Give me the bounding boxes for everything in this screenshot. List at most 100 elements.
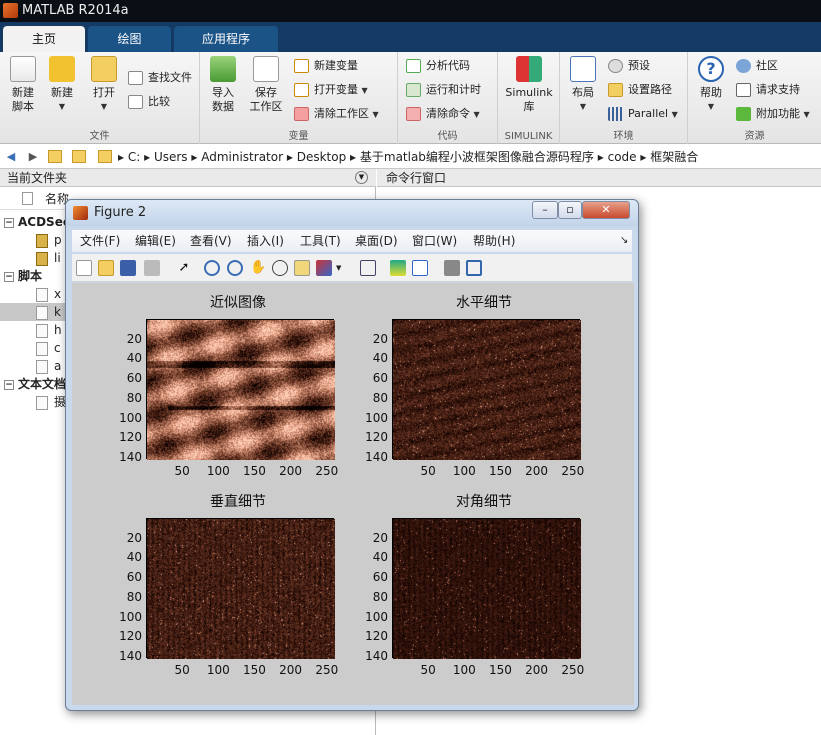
diagonal-detail-image[interactable] [392,518,581,659]
menu-desktop[interactable]: 桌面(D) [355,230,398,252]
menu-dock-arrow-icon[interactable]: ↘ [620,230,628,252]
request-support-button[interactable]: 请求支持 [736,80,800,100]
new-button[interactable]: 新建 ▼ [44,56,80,114]
breadcrumb-item[interactable]: code [608,150,637,164]
collapse-icon[interactable]: − [4,379,14,390]
zoom-in-icon[interactable] [204,260,220,276]
figure-window[interactable]: Figure 2 – ▫ ✕ 文件(F) 编辑(E) 查看(V) 插入(I) 工… [65,199,639,711]
help-button[interactable]: ? 帮助 ▼ [694,56,728,114]
list-item[interactable]: c [36,339,61,357]
list-item[interactable]: p [36,231,62,249]
ribbon: 新建 脚本 新建 ▼ 打开 ▼ 查找文件 比较 文件 导入 数据 保存 工作区 … [0,52,821,144]
breadcrumb-item[interactable]: C: [128,150,140,164]
simulink-library-button[interactable]: Simulink 库 [502,56,556,114]
folder-group-acdsee[interactable]: − ACDSee [0,213,71,231]
y-tick-label: 60 [372,570,388,585]
root-folder-icon [98,150,112,163]
close-button[interactable]: ✕ [582,201,630,219]
list-item[interactable]: a [36,357,61,375]
open-variable-button[interactable]: 打开变量 ▼ [294,80,368,100]
approximation-image[interactable] [146,319,335,460]
add-ons-button[interactable]: 附加功能 ▼ [736,104,810,124]
clear-workspace-button[interactable]: 清除工作区 ▼ [294,104,379,124]
find-files-button[interactable]: 查找文件 [128,68,192,88]
brush-icon[interactable] [316,260,332,276]
layout-button[interactable]: 布局 ▼ [566,56,600,114]
list-item[interactable]: x [36,285,61,303]
menu-insert[interactable]: 插入(I) [247,230,284,252]
preferences-button[interactable]: 预设 [608,56,650,76]
forward-arrow-icon[interactable]: ▶ [26,150,40,163]
figure-titlebar[interactable]: Figure 2 – ▫ ✕ [66,200,638,226]
list-item[interactable]: li [36,249,61,267]
open-file-icon[interactable] [98,260,114,276]
gear-icon [608,59,623,73]
run-time-icon [406,83,421,97]
pan-hand-icon[interactable]: ✋ [250,260,266,276]
breadcrumb-item[interactable]: Users [154,150,188,164]
browse-folder-icon[interactable] [72,150,86,163]
menu-file[interactable]: 文件(F) [80,230,120,252]
minimize-button[interactable]: – [532,201,558,219]
breadcrumb-item[interactable]: Administrator [201,150,283,164]
y-tick-label: 100 [365,410,388,425]
pointer-icon[interactable]: ➚ [176,260,192,276]
save-workspace-button[interactable]: 保存 工作区 [246,56,286,114]
compare-button[interactable]: 比较 [128,92,170,112]
legend-icon[interactable] [412,260,428,276]
text-file-icon [36,395,48,410]
open-button[interactable]: 打开 ▼ [86,56,122,114]
command-window-header: 命令行窗口 [377,169,821,187]
breadcrumb-separator: ▸ [350,150,360,164]
community-button[interactable]: 社区 [736,56,778,76]
folder-group-scripts[interactable]: − 脚本 [0,267,42,285]
collapse-icon[interactable]: − [4,271,14,282]
menu-help[interactable]: 帮助(H) [473,230,515,252]
hide-plot-tools-icon[interactable] [444,260,460,276]
y-tick-label: 100 [365,609,388,624]
menu-tools[interactable]: 工具(T) [300,230,341,252]
collapse-icon[interactable]: − [4,217,14,228]
chevron-down-icon: ▼ [372,110,379,119]
tab-plots[interactable]: 绘图 [88,26,171,52]
analyze-code-button[interactable]: 分析代码 [406,56,470,76]
show-plot-tools-icon[interactable] [466,260,482,276]
set-path-button[interactable]: 设置路径 [608,80,672,100]
up-folder-icon[interactable] [48,150,62,163]
new-plus-icon [49,56,75,82]
run-and-time-button[interactable]: 运行和计时 [406,80,481,100]
data-cursor-icon[interactable] [294,260,310,276]
folder-group-text-docs[interactable]: − 文本文档 [0,375,66,393]
figure-canvas[interactable]: 近似图像 水平细节 垂直细节 对角细节 20 40 60 80 100 120 140 50 1… [72,283,634,705]
colorbar-icon[interactable] [390,260,406,276]
new-variable-button[interactable]: 新建变量 [294,56,358,76]
import-data-button[interactable]: 导入 数据 [206,56,240,114]
clear-commands-button[interactable]: 清除命令 ▼ [406,104,480,124]
back-arrow-icon[interactable]: ◀ [4,150,18,163]
new-script-button[interactable]: 新建 脚本 [6,56,40,114]
tab-apps[interactable]: 应用程序 [174,26,278,52]
vertical-detail-image[interactable] [146,518,335,659]
list-item[interactable]: h [36,321,62,339]
menu-edit[interactable]: 编辑(E) [135,230,176,252]
menu-window[interactable]: 窗口(W) [412,230,457,252]
breadcrumb-item[interactable]: Desktop [297,150,347,164]
list-item-selected[interactable]: k [0,303,66,321]
chevron-down-icon: ▼ [100,102,108,111]
brush-dropdown-icon[interactable]: ▼ [336,260,344,276]
breadcrumb-item[interactable]: 框架融合 [650,150,698,164]
zoom-out-icon[interactable] [227,260,243,276]
tab-home[interactable]: 主页 [3,26,85,52]
print-icon[interactable] [144,260,160,276]
new-figure-icon[interactable] [76,260,92,276]
breadcrumb-item[interactable]: 基于matlab编程小波框架图像融合源码程序 [360,150,594,164]
menu-view[interactable]: 查看(V) [190,230,232,252]
parallel-button[interactable]: Parallel ▼ [608,104,678,124]
panel-menu-icon[interactable]: ▼ [355,171,368,184]
list-item[interactable]: 摄 [36,393,66,411]
save-icon[interactable] [120,260,136,276]
horizontal-detail-image[interactable] [392,319,581,460]
rotate-3d-icon[interactable] [272,260,288,276]
link-plot-icon[interactable] [360,260,376,276]
maximize-button[interactable]: ▫ [558,201,582,219]
